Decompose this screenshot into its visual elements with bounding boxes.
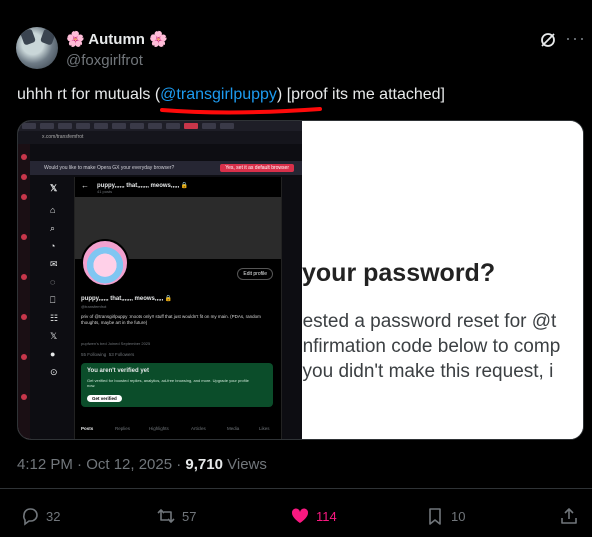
browser-screenshot: x.com/transfemfrot Would you like to mak… xyxy=(18,121,302,439)
browser-url: x.com/transfemfrot xyxy=(42,134,84,140)
profile-post-count: 41 posts xyxy=(97,189,113,194)
bookmarks-icon: ⎕ xyxy=(50,295,56,305)
verify-body: Get verified for boosted replies, analyt… xyxy=(87,378,249,388)
red-underline-scribble xyxy=(160,107,322,115)
home-icon: ⌂ xyxy=(50,205,56,215)
profile-handle: @transfemfrot xyxy=(81,304,107,309)
notifications-icon: ◔ xyxy=(50,241,56,251)
browser-tabstrip xyxy=(18,121,302,131)
more-nav-icon: ⊙ xyxy=(50,367,58,377)
reply-icon xyxy=(23,508,38,526)
repost-icon xyxy=(157,509,175,523)
x-nav-column: 𝕏 ⌂ ⌕ ◔ ✉ ◌ ⎕ ☷ 𝕏 ● ⊙ xyxy=(46,179,68,439)
verify-heading: You aren't verified yet xyxy=(87,368,150,374)
profile-tab-posts: Posts xyxy=(81,426,94,431)
edit-profile-button: Edit profile xyxy=(237,268,273,280)
tweet-time[interactable]: 4:12 PM · Oct 12, 2025 · xyxy=(17,456,185,473)
grok-nav-icon: ◌ xyxy=(50,277,56,287)
author-display-name[interactable]: 🌸 Autumn 🌸 xyxy=(66,30,168,48)
tweet-text: uhhh rt for mutuals (@transgirlpuppy) [p… xyxy=(17,86,445,104)
profile-follow-counts: 55 Following 53 Followers xyxy=(81,352,134,357)
profile-name: puppy,,,,,, that,,,,,,, meows,,,,, 🔒 xyxy=(81,296,173,302)
avatar-ear-left xyxy=(19,28,37,46)
views-count: 9,710 xyxy=(185,456,223,473)
browser-urlbar: x.com/transfemfrot xyxy=(18,131,302,144)
password-reset-line-2: onfirmation code below to comp xyxy=(302,336,561,357)
messages-icon: ✉ xyxy=(50,259,58,269)
profile-meta: pupfwen's bed Joined September 2025 xyxy=(81,341,151,346)
following-count: 55 Following xyxy=(81,352,107,357)
avatar-ear-right xyxy=(39,28,57,46)
profile-icon: ● xyxy=(50,349,56,359)
tweet-timestamp: 4:12 PM · Oct 12, 2025 · 9,710 Views xyxy=(17,456,267,473)
mention-link[interactable]: @transgirlpuppy xyxy=(160,86,277,103)
bookmark-icon xyxy=(429,508,441,525)
profile-tab-likes: Likes xyxy=(259,426,270,431)
reply-button[interactable]: 32 xyxy=(20,505,60,527)
search-icon: ⌕ xyxy=(50,223,56,233)
author-avatar[interactable] xyxy=(16,27,58,69)
more-options-icon[interactable]: ··· xyxy=(565,28,586,49)
opera-default-prompt: Would you like to make Opera GX your eve… xyxy=(30,161,302,175)
repost-button[interactable]: 57 xyxy=(156,505,196,527)
share-icon xyxy=(561,508,577,524)
tweet-media-image[interactable]: x.com/transfemfrot Would you like to mak… xyxy=(17,120,584,440)
opera-default-button: Yes, set it as default browser xyxy=(220,164,294,172)
followers-count: 53 Followers xyxy=(108,352,135,357)
heart-icon xyxy=(291,508,309,523)
bookmark-button[interactable]: 10 xyxy=(425,505,465,527)
password-reset-line-3: f you didn't make this request, i xyxy=(302,361,554,382)
grok-icon[interactable] xyxy=(538,30,558,50)
tweet-text-before: uhhh rt for mutuals ( xyxy=(17,86,161,103)
profile-header-title: puppy,,,,,, that,,,,,,, meows,,,,, 🔒 xyxy=(97,183,189,189)
author-handle[interactable]: @foxgirlfrot xyxy=(66,52,143,69)
tweet-text-after: ) [proof its me attached] xyxy=(276,86,445,103)
back-arrow-icon: ← xyxy=(81,181,89,190)
password-reset-title: your password? xyxy=(302,259,496,287)
x-nav-logo-icon: 𝕏 xyxy=(50,331,58,341)
communities-icon: ☷ xyxy=(50,313,59,323)
profile-tab-replies: Replies xyxy=(115,426,131,431)
opera-sidebar xyxy=(18,144,30,439)
password-email-screenshot: your password? uested a password reset f… xyxy=(302,121,583,439)
like-button[interactable]: 114 xyxy=(290,505,337,527)
profile-tab-media: Media xyxy=(227,426,240,431)
verification-promo: You aren't verified yet Get verified for… xyxy=(81,363,273,407)
x-profile-page: ← puppy,,,,,, that,,,,,,, meows,,,,, 🔒 4… xyxy=(74,177,282,439)
password-reset-line-1: uested a password reset for @t xyxy=(302,311,557,332)
share-button[interactable] xyxy=(559,505,579,527)
get-verified-button: Get verified xyxy=(87,395,122,402)
profile-tab-highlights: Highlights xyxy=(149,426,169,431)
profile-tab-articles: Articles xyxy=(191,426,206,431)
repost-count: 57 xyxy=(182,508,197,524)
like-count: 114 xyxy=(316,508,337,524)
bookmark-count: 10 xyxy=(451,508,466,524)
profile-picture xyxy=(81,239,129,287)
reply-count: 32 xyxy=(46,508,61,524)
divider xyxy=(0,488,592,489)
x-logo-icon: 𝕏 xyxy=(50,183,58,193)
opera-prompt-text: Would you like to make Opera GX your eve… xyxy=(44,165,175,171)
views-label: Views xyxy=(222,456,267,473)
profile-bio: priv of @transgirlpuppy :moots only!! st… xyxy=(81,314,261,325)
